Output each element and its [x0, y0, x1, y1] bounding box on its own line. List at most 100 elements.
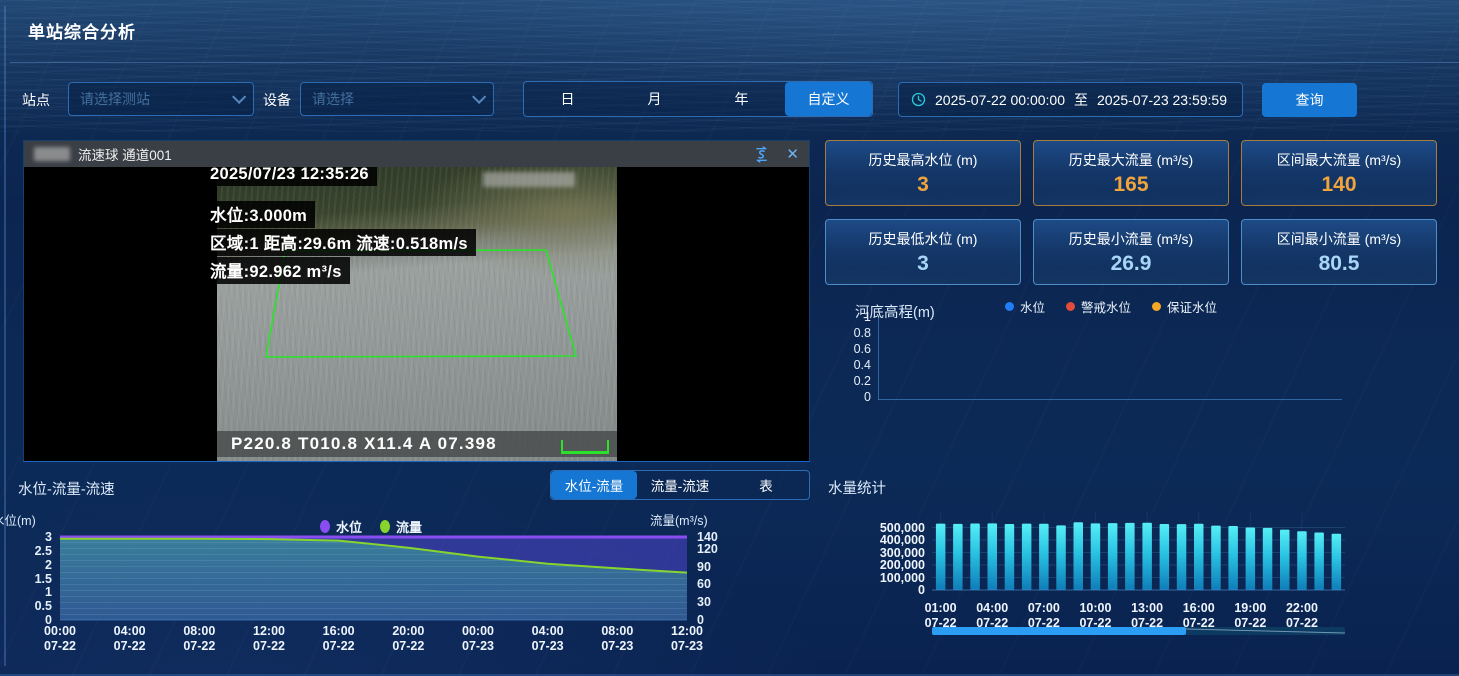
combo-xtick: 12:0007-22 — [241, 624, 297, 654]
stat-card-value: 165 — [1034, 173, 1228, 197]
volume-ytick: 100,000 — [820, 571, 925, 585]
stat-card-label: 历史最小流量 (m³/s) — [1034, 229, 1228, 249]
combo-xtick: 00:0007-22 — [32, 624, 88, 654]
stat-card-label: 区间最小流量 (m³/s) — [1242, 229, 1436, 249]
combo-xtick: 04:0007-22 — [102, 624, 158, 654]
stat-cards: 历史最高水位 (m) 3 历史最大流量 (m³/s) 165 区间最大流量 (m³/s)… — [825, 140, 1437, 285]
combo-right-ytick: 60 — [697, 577, 711, 591]
stream-capture-icon[interactable] — [753, 146, 770, 163]
combo-right-ytick: 90 — [697, 560, 711, 574]
combo-xtick: 04:0007-23 — [520, 624, 576, 654]
legend-dot — [1005, 302, 1014, 311]
stat-card-4: 历史最小流量 (m³/s) 26.9 — [1033, 219, 1229, 285]
legend-dot — [1152, 302, 1161, 311]
right-axis-title: 流量(m³/s) — [650, 510, 708, 529]
left-axis-title: 水位(m) — [0, 510, 36, 529]
station-select[interactable]: 请选择测站 — [68, 82, 254, 116]
riverbed-ytick: 0.8 — [839, 326, 871, 340]
legend-dot — [320, 520, 330, 533]
device-select[interactable]: 请选择 — [300, 82, 494, 116]
date-end: 2025-07-23 23:59:59 — [1097, 92, 1227, 108]
date-start: 2025-07-22 00:00:00 — [935, 92, 1065, 108]
osd-telemetry: P220.8 T010.8 X11.4 A 07.398 — [217, 431, 617, 457]
volume-xtick: 04:0007-22 — [969, 601, 1015, 631]
volume-ytick: 200,000 — [820, 558, 925, 572]
combo-right-ytick: 30 — [697, 595, 711, 609]
volume-xtick: 16:0007-22 — [1176, 601, 1222, 631]
volume-ytick: 400,000 — [820, 533, 925, 547]
combo-left-ytick: 2 — [14, 558, 52, 572]
riverbed-y-axis — [878, 318, 879, 400]
level-flow-title: 水位-流量-流速 — [18, 478, 115, 499]
combo-left-ytick: 0.5 — [14, 599, 52, 613]
station-placeholder: 请选择测站 — [80, 89, 150, 109]
clock-icon — [911, 92, 926, 107]
riverbed-ytick: 0.6 — [839, 342, 871, 356]
osd-flow: 流量:92.962 m³/s — [205, 257, 350, 284]
stat-card-label: 区间最大流量 (m³/s) — [1242, 150, 1436, 170]
stat-card-3: 历史最低水位 (m)3 — [825, 219, 1021, 285]
video-timestamp: 2025/07/23 12:35:26 — [205, 167, 377, 186]
stat-card-label: 历史最高水位 (m) — [826, 150, 1020, 170]
legend-item-保证水位[interactable]: 保证水位 — [1152, 297, 1217, 316]
volume-section: 水量统计 0100,000200,000300,000400,000500,00… — [820, 470, 1459, 676]
stat-card-5: 区间最小流量 (m³/s)80.5 — [1241, 219, 1437, 285]
legend-dot — [1066, 302, 1075, 311]
riverbed-chart-section: 河底高程(m) 水位警戒水位保证水位 00.20.40.60.81 — [855, 292, 1455, 422]
riverbed-ytick: 0.4 — [839, 358, 871, 372]
video-body: 2025/07/23 12:35:26 水位:3.000m 区域:1 距高:29… — [24, 167, 809, 461]
combo-xtick: 16:0007-22 — [311, 624, 367, 654]
stat-card-value: 3 — [826, 252, 1020, 276]
level-flow-tabs: 水位-流量流量-流速表 — [550, 470, 810, 500]
combo-xtick: 08:0007-23 — [589, 624, 645, 654]
combo-xtick: 12:0007-23 — [659, 624, 715, 654]
combo-right-ytick: 140 — [697, 530, 718, 544]
riverbed-x-axis — [878, 399, 1342, 400]
legend-label: 保证水位 — [1167, 297, 1217, 316]
video-panel: 流速球 通道001 ✕ 2025/07/23 12:35:26 水位:3.000… — [23, 140, 810, 462]
stat-card-value: 3 — [826, 173, 1020, 197]
device-placeholder: 请选择 — [312, 89, 354, 109]
combo-left-ytick: 1.5 — [14, 572, 52, 586]
riverbed-ytick: 1 — [839, 310, 871, 324]
tab-2[interactable]: 表 — [723, 471, 809, 499]
date-range-picker[interactable]: 2025-07-22 00:00:00 至 2025-07-23 23:59:5… — [898, 82, 1243, 117]
scale-marker — [561, 440, 609, 454]
stat-card-value: 26.9 — [1034, 252, 1228, 276]
period-option-1[interactable]: 月 — [611, 82, 698, 116]
osd-water-level: 水位:3.000m — [205, 201, 315, 228]
stat-card-label: 历史最大流量 (m³/s) — [1034, 150, 1228, 170]
riverbed-ytick: 0 — [839, 390, 871, 404]
date-separator: 至 — [1074, 90, 1088, 110]
stat-card-0: 历史最高水位 (m) 3 — [825, 140, 1021, 206]
combo-left-ytick: 2.5 — [14, 544, 52, 558]
combo-xtick: 00:0007-23 — [450, 624, 506, 654]
riverbed-legend: 水位 警戒水位 保证水位 — [1005, 297, 1217, 316]
header-divider — [10, 62, 1459, 63]
tab-1[interactable]: 流量-流速 — [637, 471, 723, 499]
volume-xtick: 10:0007-22 — [1072, 601, 1118, 631]
stat-card-1: 历史最大流量 (m³/s) 165 — [1033, 140, 1229, 206]
video-title: 流速球 通道001 — [78, 144, 172, 164]
volume-xtick: 01:0007-22 — [918, 601, 964, 631]
combo-left-ytick: 3 — [14, 530, 52, 544]
period-option-3[interactable]: 自定义 — [785, 82, 872, 116]
volume-xtick: 19:0007-22 — [1227, 601, 1273, 631]
riverbed-ytick: 0.2 — [839, 374, 871, 388]
redacted-station-name — [34, 147, 70, 161]
legend-item-警戒水位[interactable]: 警戒水位 — [1066, 297, 1131, 316]
page-title: 单站综合分析 — [28, 18, 136, 43]
close-icon[interactable]: ✕ — [786, 147, 799, 162]
period-option-0[interactable]: 日 — [524, 82, 611, 116]
tab-0[interactable]: 水位-流量 — [551, 471, 637, 499]
legend-item-水位[interactable]: 水位 — [1005, 297, 1045, 316]
osd-region: 区域:1 距高:29.6m 流速:0.518m/s — [205, 229, 476, 256]
station-label: 站点 — [22, 90, 50, 110]
query-button[interactable]: 查询 — [1262, 83, 1357, 117]
river-video-frame: 2025/07/23 12:35:26 水位:3.000m 区域:1 距高:29… — [217, 167, 617, 461]
period-option-2[interactable]: 年 — [698, 82, 785, 116]
legend-label: 警戒水位 — [1081, 297, 1131, 316]
combo-xtick: 08:0007-22 — [171, 624, 227, 654]
volume-ytick: 0 — [820, 583, 925, 597]
volume-ytick: 500,000 — [820, 521, 925, 535]
